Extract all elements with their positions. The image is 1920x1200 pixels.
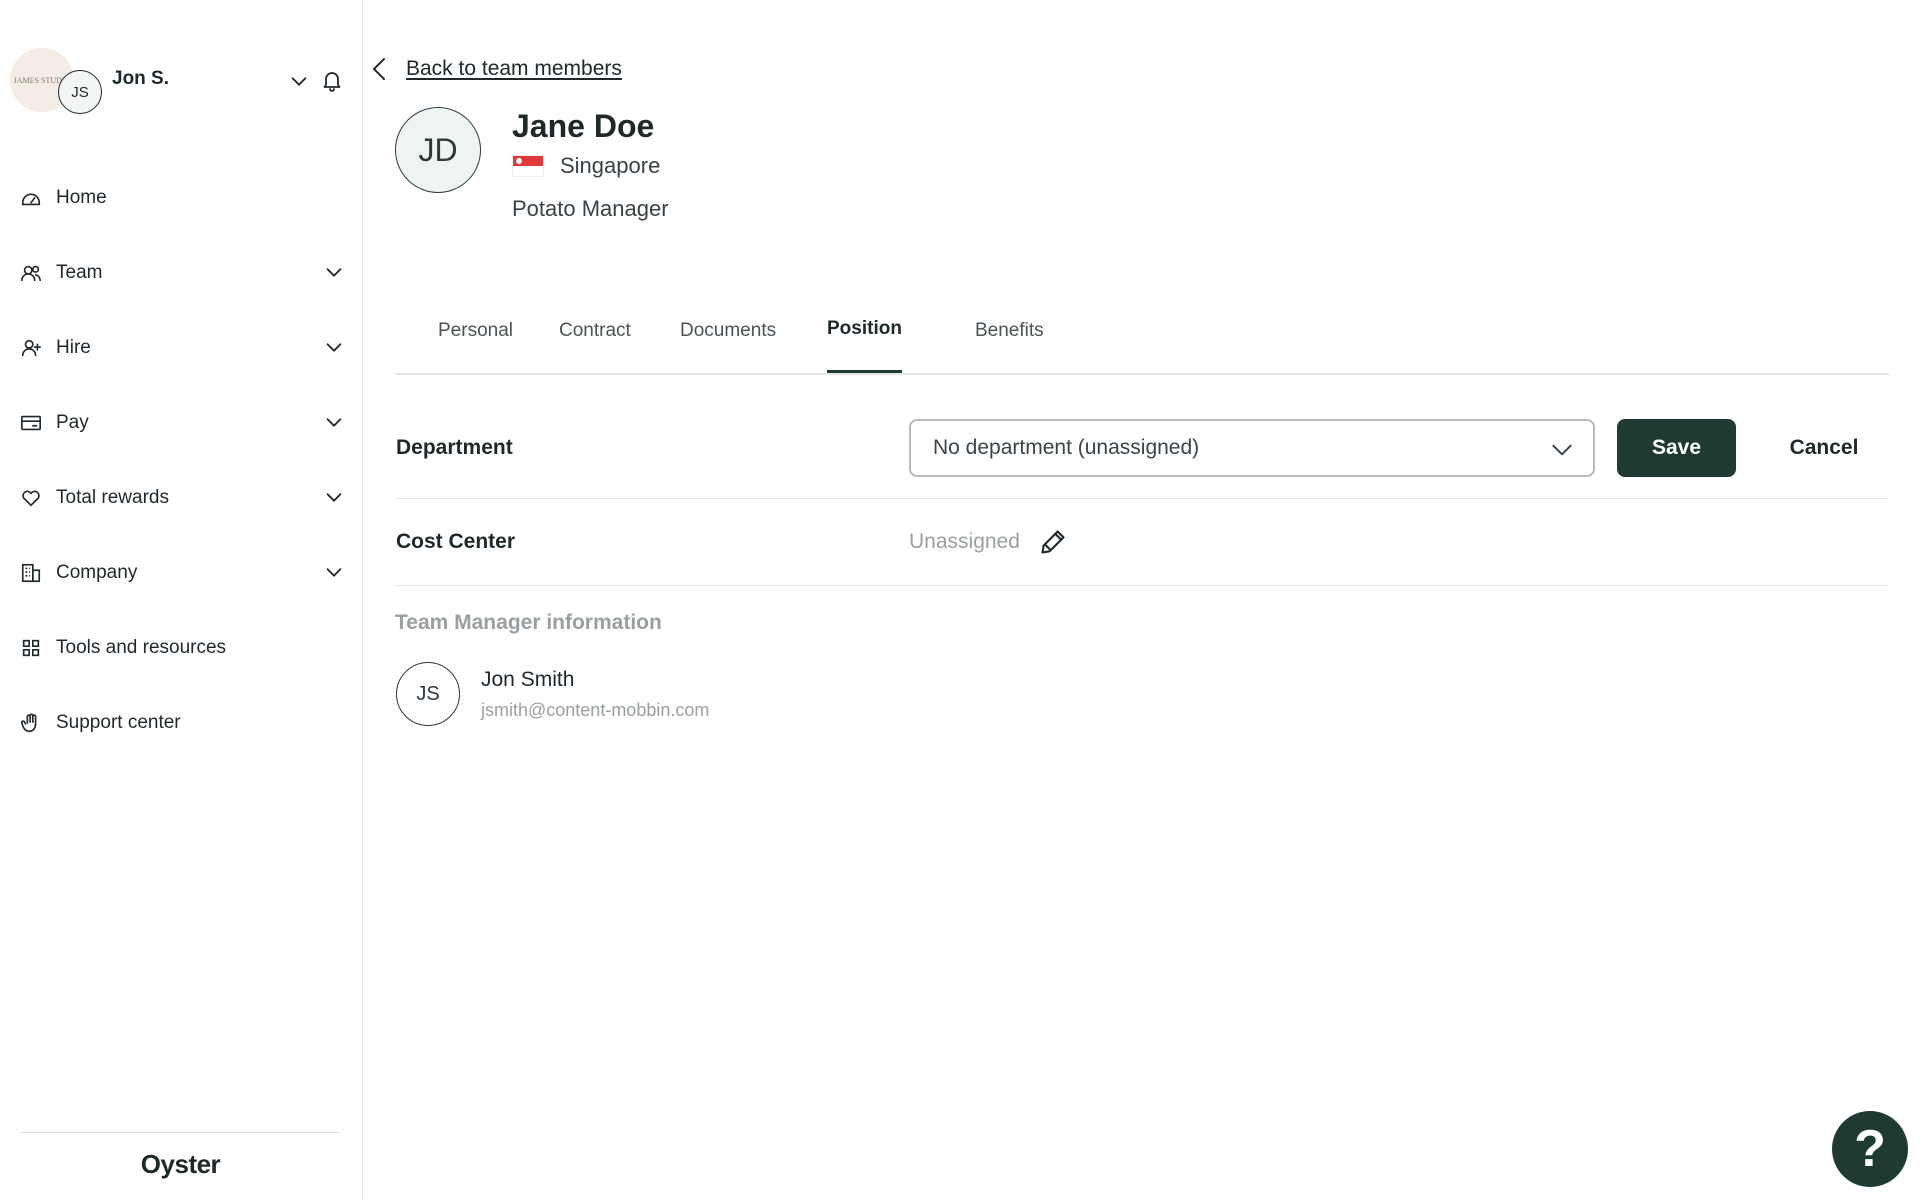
chevron-down-icon[interactable] bbox=[288, 70, 310, 92]
department-select[interactable]: No department (unassigned) bbox=[909, 419, 1595, 477]
pencil-edit-icon[interactable] bbox=[1039, 528, 1067, 556]
manager-avatar: JS bbox=[396, 662, 460, 726]
sidebar-item-tools[interactable]: Tools and resources bbox=[20, 610, 345, 685]
singapore-flag-icon bbox=[512, 155, 544, 177]
sidebar-item-home[interactable]: Home bbox=[20, 160, 345, 235]
hand-icon bbox=[20, 712, 42, 734]
sidebar-item-label: Tools and resources bbox=[56, 636, 227, 658]
hire-icon bbox=[20, 337, 42, 359]
brand-logo: Oyster bbox=[140, 1149, 221, 1179]
chevron-down-icon bbox=[326, 493, 342, 502]
chevron-down-icon bbox=[326, 418, 342, 427]
cost-center-label: Cost Center bbox=[396, 530, 516, 553]
chevron-down-icon bbox=[326, 343, 342, 352]
user-avatar: JS bbox=[58, 70, 102, 114]
grid-icon bbox=[20, 637, 42, 659]
sidebar-footer: Oyster bbox=[21, 1132, 340, 1179]
sidebar-item-label: Home bbox=[56, 186, 107, 208]
tab-documents[interactable]: Documents bbox=[680, 320, 776, 375]
sidebar-item-label: Pay bbox=[56, 411, 89, 433]
tab-position[interactable]: Position bbox=[827, 318, 902, 373]
sidebar: JAMES STUDIO JS Jon S. Home Team Hire Pa… bbox=[0, 0, 363, 1200]
company-icon bbox=[20, 562, 42, 584]
profile-country: Singapore bbox=[512, 153, 660, 179]
sidebar-item-pay[interactable]: Pay bbox=[20, 385, 345, 460]
help-button[interactable]: ? bbox=[1832, 1111, 1908, 1187]
sidebar-item-total-rewards[interactable]: Total rewards bbox=[20, 460, 345, 535]
tab-personal[interactable]: Personal bbox=[438, 320, 513, 375]
main-nav: Home Team Hire Pay Total rewards Company… bbox=[20, 160, 345, 760]
notification-bell-icon[interactable] bbox=[320, 67, 344, 93]
sidebar-item-hire[interactable]: Hire bbox=[20, 310, 345, 385]
sidebar-item-label: Support center bbox=[56, 711, 181, 733]
team-manager-section-title: Team Manager information bbox=[395, 611, 662, 634]
back-to-team-link[interactable]: Back to team members bbox=[368, 54, 622, 84]
chevron-down-icon bbox=[326, 568, 342, 577]
sidebar-item-support[interactable]: Support center bbox=[20, 685, 345, 760]
sidebar-item-label: Total rewards bbox=[56, 486, 169, 508]
back-link-label[interactable]: Back to team members bbox=[406, 57, 622, 81]
manager-email: jsmith@content-mobbin.com bbox=[481, 700, 710, 720]
sidebar-item-company[interactable]: Company bbox=[20, 535, 345, 610]
chevron-left-icon bbox=[373, 58, 385, 80]
tab-benefits[interactable]: Benefits bbox=[975, 320, 1044, 375]
cost-center-row: Cost Center bbox=[395, 499, 1889, 586]
home-icon bbox=[20, 187, 42, 209]
profile-tabs: Personal Contract Documents Position Ben… bbox=[395, 300, 1889, 375]
profile-avatar: JD bbox=[395, 107, 481, 193]
tab-contract[interactable]: Contract bbox=[559, 320, 631, 375]
main-content: Back to team members JD Jane Doe Singapo… bbox=[364, 0, 1920, 1200]
account-switcher[interactable]: JAMES STUDIO JS Jon S. bbox=[10, 48, 350, 114]
heart-icon bbox=[20, 487, 42, 509]
sidebar-item-team[interactable]: Team bbox=[20, 235, 345, 310]
pay-icon bbox=[20, 412, 42, 434]
department-selected-value: No department (unassigned) bbox=[933, 436, 1200, 459]
chevron-down-icon bbox=[1552, 444, 1572, 456]
cancel-button[interactable]: Cancel bbox=[1764, 419, 1884, 477]
sidebar-item-label: Team bbox=[56, 261, 103, 283]
department-label: Department bbox=[396, 436, 513, 459]
team-icon bbox=[20, 262, 42, 284]
manager-name: Jon Smith bbox=[481, 668, 575, 691]
sidebar-item-label: Hire bbox=[56, 336, 91, 358]
cost-center-value: Unassigned bbox=[909, 530, 1020, 553]
sidebar-item-label: Company bbox=[56, 561, 138, 583]
user-name: Jon S. bbox=[112, 68, 170, 89]
chevron-down-icon bbox=[326, 268, 342, 277]
profile-job-title: Potato Manager bbox=[512, 196, 669, 221]
profile-name: Jane Doe bbox=[512, 108, 655, 144]
country-name: Singapore bbox=[560, 153, 661, 178]
save-button[interactable]: Save bbox=[1617, 419, 1736, 477]
